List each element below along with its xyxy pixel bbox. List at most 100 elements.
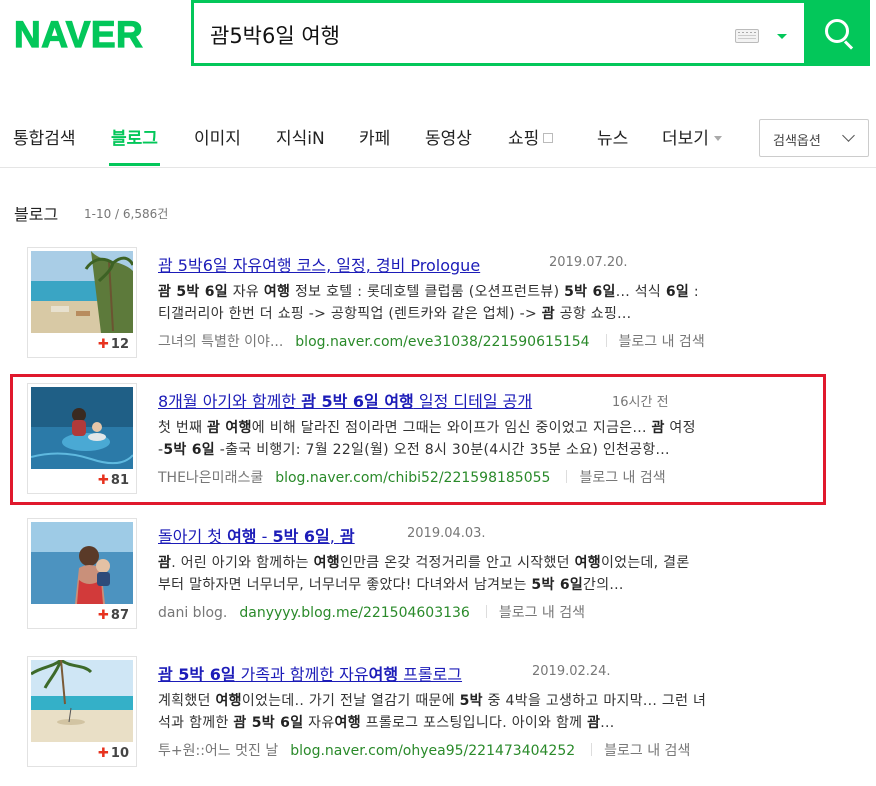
naver-logo[interactable]: NAVER — [13, 13, 143, 56]
desc-highlight: 괌 5박 6일 — [158, 284, 228, 300]
title-text: 괌 5박6일 자유여행 코스, 일정, 경비 Prologue — [158, 256, 481, 275]
desc-text: 프롤로그 포스팅입니다. 아이와 함께 — [360, 715, 588, 731]
tab-kin[interactable]: 지식iN — [276, 124, 325, 149]
tab-more[interactable]: 더보기 — [662, 124, 722, 149]
result-description: 괌. 어린 아기와 함께하는 여행인만큼 온갖 걱정거리를 안고 시작했던 여행… — [158, 552, 818, 596]
tab-video[interactable]: 동영상 — [425, 124, 472, 149]
plus-icon: ✚ — [98, 608, 109, 623]
blogger-name[interactable]: 그녀의 특별한 이야... — [158, 334, 283, 350]
title-text: - — [256, 527, 273, 546]
title-text: 돌아기 첫 — [158, 527, 228, 546]
result-meta: dani blog. danyyyy.blog.me/221504603136 블로… — [158, 602, 585, 622]
search-in-blog-link[interactable]: 블로그 내 검색 — [604, 743, 690, 759]
like-count: ✚ 10 — [28, 741, 136, 766]
like-count-value: 12 — [110, 337, 129, 352]
desc-text: 석과 함께한 — [158, 715, 234, 731]
desc-highlight: 괌 — [158, 555, 172, 571]
beach-resort-photo[interactable] — [31, 251, 133, 333]
result-thumbnail[interactable]: ✚ 87 — [27, 518, 137, 629]
search-button[interactable] — [804, 0, 870, 66]
desc-text: : — [689, 284, 699, 300]
meta-separator — [591, 743, 593, 756]
title-text: 가족과 함께한 자유 — [235, 665, 369, 684]
desc-text: 간의... — [583, 577, 624, 593]
tab-blog[interactable]: 블로그 — [109, 124, 160, 166]
desc-highlight: 5박 — [459, 693, 483, 709]
result-thumbnail[interactable]: ✚ 10 — [27, 656, 137, 767]
desc-text: ... 석식 — [615, 284, 666, 300]
keyboard-icon[interactable] — [735, 29, 759, 43]
tab-integrated[interactable]: 통합검색 — [13, 124, 76, 149]
result-url[interactable]: blog.naver.com/ohyea95/221473404252 — [290, 743, 575, 759]
tab-shopping-label: 쇼핑 — [508, 129, 540, 149]
title-highlight: 여행 — [227, 527, 257, 546]
desc-highlight: 6일 — [665, 284, 690, 300]
tab-images[interactable]: 이미지 — [194, 124, 241, 149]
desc-text: 공항 쇼핑... — [554, 306, 632, 322]
tab-shopping[interactable]: 쇼핑 — [508, 124, 554, 149]
title-highlight: 5박 6일 — [272, 527, 330, 546]
result-title[interactable]: 괌 5박6일 자유여행 코스, 일정, 경비 Prologue — [158, 252, 480, 276]
chevron-down-icon — [842, 129, 855, 142]
result-meta: 그녀의 특별한 이야... blog.naver.com/eve31038/221… — [158, 331, 705, 351]
meta-separator — [485, 605, 487, 618]
title-highlight: 괌 5박 6일 — [158, 665, 236, 684]
like-count: ✚ 12 — [28, 332, 136, 357]
result-url[interactable]: blog.naver.com/eve31038/221590615154 — [295, 334, 589, 350]
search-box[interactable]: 괌5박6일 여행 — [191, 0, 804, 66]
result-thumbnail[interactable]: ✚ 12 — [27, 247, 137, 358]
tab-more-label: 더보기 — [662, 129, 709, 149]
tab-cafe[interactable]: 카페 — [359, 124, 390, 149]
search-in-blog-link[interactable]: 블로그 내 검색 — [619, 334, 705, 350]
desc-highlight: 여행 — [313, 555, 340, 571]
desc-highlight: 5박 6일 — [564, 284, 616, 300]
desc-text: 인만큼 온갖 걱정거리를 안고 시작했던 — [339, 555, 575, 571]
highlight-box — [10, 374, 826, 505]
title-highlight: 괌 — [339, 527, 355, 546]
desc-text: 자유 — [303, 715, 335, 731]
search-tabs: 통합검색 블로그 이미지 지식iN 카페 동영상 쇼핑 뉴스 더보기 검색옵션 — [0, 108, 876, 168]
desc-text: 부터 말하자면 너무너무, 너무너무 좋았다! 다녀와서 남겨보는 — [158, 577, 532, 593]
result-title[interactable]: 괌 5박 6일 가족과 함께한 자유여행 프롤로그 — [158, 661, 462, 685]
desc-text: ... — [600, 715, 615, 731]
desc-text: 티갤러리아 한번 더 쇼핑 -> 공항픽업 (렌트카와 같은 업체) -> — [158, 306, 542, 322]
blogger-name[interactable]: 투+원::어느 멋진 날 — [158, 743, 278, 759]
search-in-blog-link[interactable]: 블로그 내 검색 — [499, 605, 585, 621]
like-count-value: 10 — [110, 746, 129, 761]
tropical-beach-photo[interactable] — [31, 660, 133, 742]
mother-baby-photo[interactable] — [31, 522, 133, 604]
result-date: 2019.02.24. — [532, 664, 611, 679]
result-count: 1-10 / 6,586건 — [84, 207, 169, 221]
desc-highlight: 괌 — [541, 306, 555, 322]
desc-text: 이었는데, 결론 — [600, 555, 690, 571]
desc-text: . 어린 아기와 함께하는 — [171, 555, 314, 571]
result-title[interactable]: 돌아기 첫 여행 - 5박 6일, 괌 — [158, 523, 355, 547]
result-item: ✚ 10 괌 5박 6일 가족과 함께한 자유여행 프롤로그 2019.02.24… — [0, 656, 876, 776]
desc-text: 자유 — [227, 284, 264, 300]
tab-news[interactable]: 뉴스 — [597, 124, 628, 149]
title-text: 프롤로그 — [398, 665, 463, 684]
desc-highlight: 여행 — [334, 715, 361, 731]
result-date: 2019.04.03. — [407, 526, 486, 541]
search-input[interactable]: 괌5박6일 여행 — [210, 20, 340, 50]
result-item: ✚ 87 돌아기 첫 여행 - 5박 6일, 괌 2019.04.03. 괌. 어… — [0, 518, 876, 638]
result-description: 괌 5박 6일 자유 여행 정보 호텔 : 롯데호텔 클럽룸 (오션프런트뷰) … — [158, 281, 818, 325]
section-title: 블로그 — [14, 205, 59, 224]
desc-text: 이었는데.. 가기 전날 열감기 때문에 — [241, 693, 460, 709]
plus-icon: ✚ — [98, 337, 109, 352]
like-count-value: 87 — [110, 608, 129, 623]
desc-text: 정보 호텔 : 롯데호텔 클럽룸 (오션프런트뷰) — [290, 284, 565, 300]
result-meta: 투+원::어느 멋진 날 blog.naver.com/ohyea95/22147… — [158, 740, 690, 760]
result-description: 계획했던 여행이었는데.. 가기 전날 열감기 때문에 5박 중 4박을 고생하… — [158, 690, 818, 734]
caret-down-icon — [713, 136, 722, 141]
external-window-icon — [543, 133, 554, 143]
blogger-name[interactable]: dani blog. — [158, 605, 227, 621]
desc-highlight: 5박 6일 — [531, 577, 584, 593]
search-options-button[interactable]: 검색옵션 — [759, 119, 869, 157]
autocomplete-toggle-icon[interactable] — [777, 34, 787, 39]
desc-highlight: 여행 — [574, 555, 601, 571]
result-url[interactable]: danyyyy.blog.me/221504603136 — [239, 605, 469, 621]
like-count: ✚ 87 — [28, 603, 136, 628]
plus-icon: ✚ — [98, 746, 109, 761]
search-icon-handle — [843, 40, 854, 50]
